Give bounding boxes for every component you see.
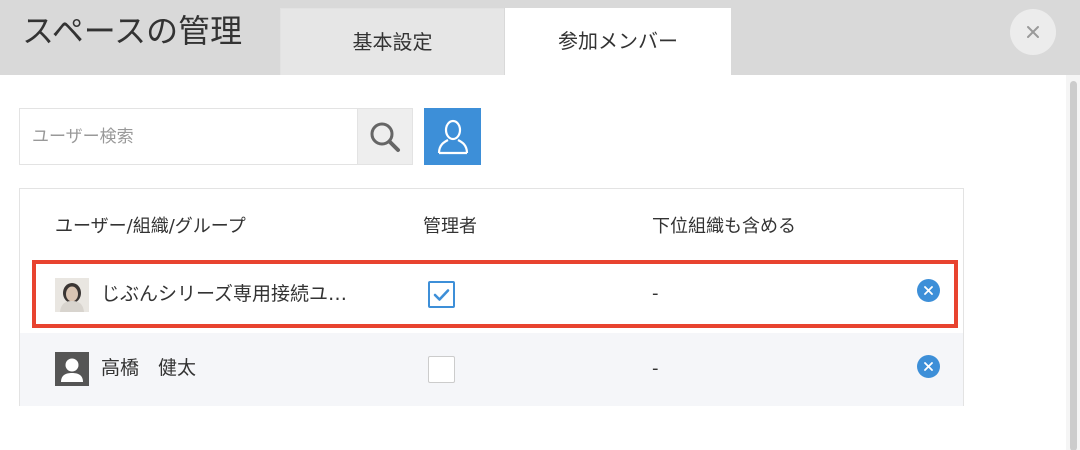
tab-members[interactable]: 参加メンバー: [505, 8, 731, 75]
include-sub-value: -: [652, 358, 659, 379]
space-management-dialog: スペースの管理 基本設定 参加メンバー ユーザー/組織/グループ 管理者 下位組…: [0, 0, 1080, 450]
search-icon: [370, 122, 400, 152]
admin-checkbox[interactable]: [428, 281, 455, 308]
close-button[interactable]: [1010, 9, 1056, 55]
page-title: スペースの管理: [22, 12, 243, 50]
table-row: 高橋 健太 -: [20, 333, 963, 406]
remove-member-button[interactable]: [917, 279, 940, 302]
column-header-include-sub: 下位組織も含める: [652, 216, 796, 237]
tab-basic-settings[interactable]: 基本設定: [280, 8, 504, 75]
close-icon: [1027, 26, 1039, 38]
avatar: [55, 352, 89, 386]
user-search-input[interactable]: [19, 108, 357, 165]
column-header-user: ユーザー/組織/グループ: [55, 216, 246, 237]
user-select-button[interactable]: [424, 108, 481, 165]
include-sub-value: -: [652, 283, 659, 304]
user-icon: [437, 119, 468, 154]
person-silhouette-icon: [55, 352, 89, 386]
checkmark-icon: [433, 288, 450, 301]
scrollbar-thumb[interactable]: [1070, 81, 1077, 450]
dialog-header: スペースの管理 基本設定 参加メンバー: [0, 0, 1080, 75]
search-button[interactable]: [357, 108, 413, 165]
close-icon: [924, 362, 933, 371]
admin-checkbox[interactable]: [428, 356, 455, 383]
remove-member-button[interactable]: [917, 355, 940, 378]
member-name[interactable]: じぶんシリーズ専用接続ユ…: [101, 282, 347, 306]
member-name[interactable]: 高橋 健太: [101, 356, 196, 380]
column-header-admin: 管理者: [423, 216, 477, 237]
table-row: じぶんシリーズ専用接続ユ… -: [20, 260, 963, 330]
member-table: ユーザー/組織/グループ 管理者 下位組織も含める じぶんシリーズ専用接続ユ… …: [19, 188, 964, 406]
avatar: [55, 278, 89, 312]
scrollbar[interactable]: [1066, 75, 1080, 450]
photo-avatar: [55, 278, 89, 312]
close-icon: [924, 286, 933, 295]
